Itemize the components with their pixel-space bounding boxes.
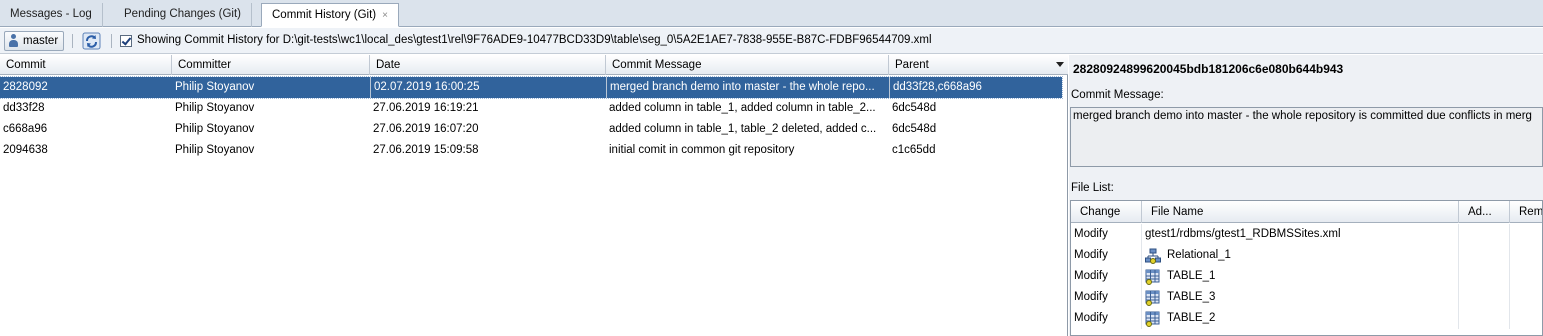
commit-date: 02.07.2019 16:00:25 bbox=[370, 77, 606, 98]
table-header: Commit Committer Date Commit Message Par… bbox=[0, 55, 1068, 75]
user-icon bbox=[8, 34, 19, 48]
commit-id: dd33f28 bbox=[3, 102, 45, 114]
committer: Philip Stoyanov bbox=[175, 123, 255, 135]
file-name: Relational_1 bbox=[1167, 249, 1231, 261]
commit-message: added column in table_1, added column in… bbox=[609, 102, 876, 114]
commit-history-table: Commit Committer Date Commit Message Par… bbox=[0, 55, 1068, 336]
branch-label: master bbox=[23, 35, 59, 47]
commit-message-label: Commit Message: bbox=[1071, 89, 1164, 101]
file-row[interactable]: Modify TABLE_3 bbox=[1071, 287, 1542, 308]
file-removed bbox=[1510, 245, 1542, 266]
commit-parent: 6dc548d bbox=[892, 123, 937, 135]
file-name-cell: gtest1/rdbms/gtest1_RDBMSSites.xml bbox=[1142, 224, 1459, 245]
column-header-parent[interactable]: Parent bbox=[889, 55, 1068, 75]
close-icon[interactable]: × bbox=[382, 5, 388, 27]
commit-id: c668a96 bbox=[3, 123, 48, 135]
file-list-label: File List: bbox=[1071, 182, 1114, 194]
committer: Philip Stoyanov bbox=[175, 144, 255, 156]
chevron-down-icon[interactable] bbox=[1056, 62, 1064, 67]
column-header-date[interactable]: Date bbox=[370, 55, 606, 75]
column-header-commit-message[interactable]: Commit Message bbox=[606, 55, 889, 75]
refresh-button[interactable] bbox=[82, 32, 102, 50]
commit-date: 27.06.2019 16:19:21 bbox=[373, 102, 479, 114]
file-name: TABLE_1 bbox=[1167, 270, 1216, 282]
commit-message-text[interactable]: merged branch demo into master - the who… bbox=[1070, 107, 1543, 167]
commit-message: initial comit in common git repository bbox=[609, 144, 795, 156]
table-row[interactable]: c668a96 Philip Stoyanov 27.06.2019 16:07… bbox=[0, 119, 1062, 140]
tab-commit-history[interactable]: Commit History (Git) × bbox=[261, 3, 399, 27]
file-removed bbox=[1510, 287, 1542, 308]
file-name-cell: TABLE_1 bbox=[1142, 266, 1459, 287]
table-row[interactable]: 2094638 Philip Stoyanov 27.06.2019 15:09… bbox=[0, 140, 1062, 161]
tab-label: Messages - Log bbox=[10, 8, 92, 20]
file-added bbox=[1459, 245, 1510, 266]
file-row[interactable]: Modify Relational_1 bbox=[1071, 245, 1542, 266]
column-header-removed[interactable]: Remo bbox=[1510, 201, 1542, 223]
column-header-commit[interactable]: Commit bbox=[0, 55, 172, 75]
file-removed bbox=[1510, 224, 1542, 245]
file-name-cell: TABLE_3 bbox=[1142, 287, 1459, 308]
commit-hash: 28280924899620045bdb181206c6e080b644b943 bbox=[1073, 62, 1344, 76]
file-change: Modify bbox=[1071, 245, 1142, 266]
relational-model-icon bbox=[1145, 248, 1161, 264]
table-row[interactable]: 2828092 Philip Stoyanov 02.07.2019 16:00… bbox=[0, 76, 1063, 99]
file-change: Modify bbox=[1071, 287, 1142, 308]
file-added bbox=[1459, 266, 1510, 287]
file-added bbox=[1459, 287, 1510, 308]
file-added bbox=[1459, 308, 1510, 329]
tab-messages-log[interactable]: Messages - Log bbox=[0, 3, 103, 27]
file-name: gtest1/rdbms/gtest1_RDBMSSites.xml bbox=[1145, 228, 1341, 240]
committer: Philip Stoyanov bbox=[175, 81, 255, 93]
file-name-cell: TABLE_2 bbox=[1142, 308, 1459, 329]
column-header-added[interactable]: Ad... bbox=[1459, 201, 1510, 223]
commit-id: 2094638 bbox=[3, 144, 48, 156]
table-icon bbox=[1145, 311, 1160, 327]
file-row[interactable]: Modify gtest1/rdbms/gtest1_RDBMSSites.xm… bbox=[1071, 224, 1542, 245]
branch-button[interactable]: master bbox=[4, 31, 65, 51]
commit-detail-panel: 28280924899620045bdb181206c6e080b644b943… bbox=[1069, 55, 1543, 336]
tab-label: Pending Changes (Git) bbox=[124, 8, 241, 20]
table-icon bbox=[1145, 269, 1160, 285]
toolbar-separator bbox=[72, 34, 73, 48]
tab-label: Commit History (Git) bbox=[272, 9, 377, 21]
refresh-icon bbox=[82, 32, 101, 50]
toolbar-separator bbox=[111, 34, 112, 48]
file-row[interactable]: Modify TABLE_2 bbox=[1071, 308, 1542, 329]
tab-pending-changes[interactable]: Pending Changes (Git) bbox=[114, 3, 252, 27]
file-name-cell: Relational_1 bbox=[1142, 245, 1459, 266]
table-icon bbox=[1145, 290, 1160, 306]
commit-date: 27.06.2019 16:07:20 bbox=[373, 123, 479, 135]
file-removed bbox=[1510, 266, 1542, 287]
history-checkbox[interactable] bbox=[120, 35, 132, 47]
file-added bbox=[1459, 224, 1510, 245]
commit-date: 27.06.2019 15:09:58 bbox=[373, 144, 479, 156]
table-row[interactable]: dd33f28 Philip Stoyanov 27.06.2019 16:19… bbox=[0, 98, 1062, 119]
file-removed bbox=[1510, 308, 1542, 329]
file-name: TABLE_2 bbox=[1167, 312, 1216, 324]
commit-parent: c1c65dd bbox=[892, 144, 936, 156]
file-change: Modify bbox=[1071, 308, 1142, 329]
commit-id: 2828092 bbox=[3, 81, 48, 93]
column-header-committer[interactable]: Committer bbox=[172, 55, 370, 75]
toolbar: master Showing Commit History for D:\git… bbox=[0, 28, 1543, 54]
commit-message: added column in table_1, table_2 deleted… bbox=[609, 123, 877, 135]
file-name: TABLE_3 bbox=[1167, 291, 1216, 303]
file-change: Modify bbox=[1071, 266, 1142, 287]
commit-parent: dd33f28,c668a96 bbox=[889, 77, 1062, 98]
commit-message: merged branch demo into master - the who… bbox=[606, 77, 889, 98]
column-header-file-name[interactable]: File Name bbox=[1142, 201, 1459, 223]
committer: Philip Stoyanov bbox=[175, 102, 255, 114]
history-path-text: Showing Commit History for D:\git-tests\… bbox=[137, 34, 932, 46]
file-list-table: Change File Name Ad... Remo Modify gtest… bbox=[1070, 200, 1543, 336]
tab-bar: Messages - Log Pending Changes (Git) Com… bbox=[0, 0, 1543, 27]
file-change: Modify bbox=[1071, 224, 1142, 245]
file-table-header: Change File Name Ad... Remo bbox=[1071, 201, 1542, 223]
file-row[interactable]: Modify TABLE_1 bbox=[1071, 266, 1542, 287]
commit-parent: 6dc548d bbox=[892, 102, 937, 114]
column-header-change[interactable]: Change bbox=[1071, 201, 1142, 223]
